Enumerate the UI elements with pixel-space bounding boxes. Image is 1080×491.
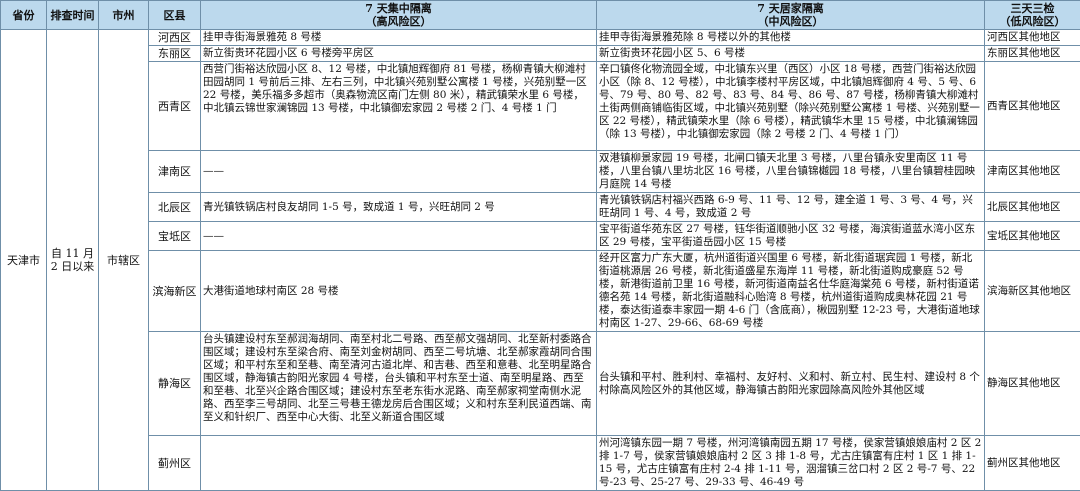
mid-risk-cell: 州河湾镇东园一期 7 号楼，州河湾镇南园五期 17 号楼，侯家营镇娘娘庙村 2 …	[597, 436, 985, 491]
table-row: 西青区 西营门街裕达欣园小区 8、12 号楼，中北镇旭辉御府 81 号楼，杨柳青…	[1, 62, 1080, 151]
table-row: 宝坻区 —— 宝平街道华苑东区 27 号楼，钰华街道顺驰小区 32 号楼，海滨街…	[1, 222, 1080, 251]
table-row: 北辰区 青光镇铁锅店村良友胡同 1-5 号，致成道 1 号，兴旺胡同 2 号 青…	[1, 193, 1080, 222]
header-mid-risk-line2: （中风险区）	[599, 15, 982, 28]
mid-risk-cell: 青光镇铁锅店村福兴西路 6-9 号、11 号、12 号，建全道 1 号、3 号、…	[597, 193, 985, 222]
high-risk-cell	[201, 436, 597, 491]
low-risk-cell: 宝坻区其他地区	[985, 222, 1080, 251]
district-cell: 蓟州区	[149, 436, 201, 491]
high-risk-cell: ——	[201, 222, 597, 251]
low-risk-cell: 西青区其他地区	[985, 62, 1080, 151]
table-row: 静海区 台头镇建设村东至郝润海胡同、南至村北二号路、西至郝文强胡同、北至新村委路…	[1, 332, 1080, 436]
district-cell: 西青区	[149, 62, 201, 151]
mid-risk-cell: 宝平街道华苑东区 27 号楼，钰华街道顺驰小区 32 号楼，海滨街道蓝水湾小区东…	[597, 222, 985, 251]
header-district: 区县	[149, 1, 201, 30]
district-cell: 河西区	[149, 30, 201, 46]
low-risk-cell: 静海区其他地区	[985, 332, 1080, 436]
mid-risk-cell: 新立街贵环花园小区 5、6 号楼	[597, 46, 985, 62]
header-low-risk: 三天三检 （低风险区）	[985, 1, 1080, 30]
district-cell: 宝坻区	[149, 222, 201, 251]
low-risk-cell: 北辰区其他地区	[985, 193, 1080, 222]
high-risk-cell: 西营门街裕达欣园小区 8、12 号楼，中北镇旭辉御府 81 号楼，杨柳青镇大柳滩…	[201, 62, 597, 151]
header-mid-risk-line1: 7 天居家隔离	[599, 2, 982, 15]
header-low-risk-line1: 三天三检	[987, 2, 1078, 15]
header-province: 省份	[1, 1, 47, 30]
low-risk-cell: 滨海新区其他地区	[985, 251, 1080, 332]
low-risk-cell: 东丽区其他地区	[985, 46, 1080, 62]
mid-risk-cell: 双港镇柳景家园 19 号楼，北闸口镇天北里 3 号楼，八里台镇永安里南区 11 …	[597, 151, 985, 193]
city-cell: 市辖区	[99, 30, 149, 491]
high-risk-cell: 青光镇铁锅店村良友胡同 1-5 号，致成道 1 号，兴旺胡同 2 号	[201, 193, 597, 222]
low-risk-cell: 河西区其他地区	[985, 30, 1080, 46]
high-risk-cell: ——	[201, 151, 597, 193]
header-high-risk-line1: 7 天集中隔离	[203, 2, 594, 15]
table-row: 东丽区 新立街贵环花园小区 6 号楼旁平房区 新立街贵环花园小区 5、6 号楼 …	[1, 46, 1080, 62]
low-risk-cell: 蓟州区其他地区	[985, 436, 1080, 491]
district-cell: 东丽区	[149, 46, 201, 62]
mid-risk-cell: 挂甲寺街海景雅苑除 8 号楼以外的其他楼	[597, 30, 985, 46]
mid-risk-cell: 经开区富力广东大厦，杭州道街道兴国里 6 号楼，新北街道琚宾园 1 号楼，新北街…	[597, 251, 985, 332]
low-risk-cell: 津南区其他地区	[985, 151, 1080, 193]
mid-risk-cell: 辛口镇佟化物流园全域，中北镇东兴里（西区）小区 18 号楼，西营门街裕达欣园小区…	[597, 62, 985, 151]
header-time: 排查时间	[47, 1, 99, 30]
mid-risk-cell: 台头镇和平村、胜利村、幸福村、友好村、义和村、新立村、民生村、建设村 8 个村除…	[597, 332, 985, 436]
header-mid-risk: 7 天居家隔离 （中风险区）	[597, 1, 985, 30]
high-risk-cell: 大港街道地球村南区 28 号楼	[201, 251, 597, 332]
high-risk-cell: 台头镇建设村东至郝润海胡同、南至村北二号路、西至郝文强胡同、北至新村委路合围区域…	[201, 332, 597, 436]
header-high-risk-line2: （高风险区）	[203, 15, 594, 28]
header-city: 市州	[99, 1, 149, 30]
province-cell: 天津市	[1, 30, 47, 491]
table-row: 津南区 —— 双港镇柳景家园 19 号楼，北闸口镇天北里 3 号楼，八里台镇永安…	[1, 151, 1080, 193]
time-cell: 自 11 月 2 日以来	[47, 30, 99, 491]
header-row: 省份 排查时间 市州 区县 7 天集中隔离 （高风险区） 7 天居家隔离 （中风…	[1, 1, 1080, 30]
district-cell: 津南区	[149, 151, 201, 193]
header-high-risk: 7 天集中隔离 （高风险区）	[201, 1, 597, 30]
high-risk-cell: 新立街贵环花园小区 6 号楼旁平房区	[201, 46, 597, 62]
table-row: 蓟州区 州河湾镇东园一期 7 号楼，州河湾镇南园五期 17 号楼，侯家营镇娘娘庙…	[1, 436, 1080, 491]
district-cell: 北辰区	[149, 193, 201, 222]
high-risk-cell: 挂甲寺街海景雅苑 8 号楼	[201, 30, 597, 46]
risk-area-table: 省份 排查时间 市州 区县 7 天集中隔离 （高风险区） 7 天居家隔离 （中风…	[0, 0, 1080, 491]
table-row: 滨海新区 大港街道地球村南区 28 号楼 经开区富力广东大厦，杭州道街道兴国里 …	[1, 251, 1080, 332]
district-cell: 滨海新区	[149, 251, 201, 332]
table-row: 天津市 自 11 月 2 日以来 市辖区 河西区 挂甲寺街海景雅苑 8 号楼 挂…	[1, 30, 1080, 46]
header-low-risk-line2: （低风险区）	[987, 15, 1078, 28]
district-cell: 静海区	[149, 332, 201, 436]
